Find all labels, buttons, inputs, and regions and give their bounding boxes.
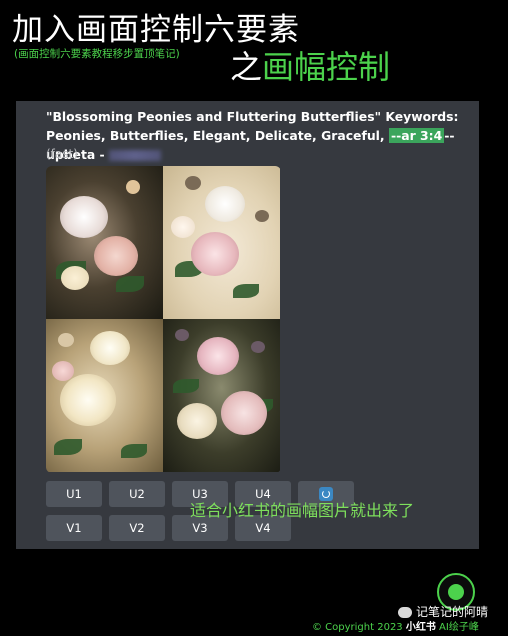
image-tile-3[interactable] xyxy=(46,319,163,472)
section-heading: 之画幅控制 xyxy=(230,42,390,88)
wechat-icon xyxy=(398,607,412,618)
aspect-ratio-flag: --ar 3:4 xyxy=(388,128,445,143)
section-heading-prefix: 之 xyxy=(230,48,263,86)
prompt-text: "Blossoming Peonies and Fluttering Butte… xyxy=(46,107,474,164)
wechat-account-name: 记笔记的阿晴 xyxy=(416,605,489,619)
speed-label: (fast) xyxy=(46,147,78,161)
section-heading-main: 画幅控制 xyxy=(262,48,391,86)
caption-text: 适合小红书的画幅图片就出来了 xyxy=(190,501,415,520)
brand-name: 小红书 xyxy=(405,622,436,633)
upscale-button-2[interactable]: U2 xyxy=(109,481,165,507)
redacted-username xyxy=(109,150,162,161)
discord-message-panel: "Blossoming Peonies and Fluttering Butte… xyxy=(16,101,479,549)
image-tile-4[interactable] xyxy=(163,319,280,472)
copyright-line: © Copyright 2023 小红书 AI绘子峰 xyxy=(312,618,479,633)
image-grid[interactable] xyxy=(46,166,281,473)
variation-button-1[interactable]: V1 xyxy=(46,515,102,541)
image-tile-2[interactable] xyxy=(163,166,280,319)
logo-mark-icon xyxy=(448,584,464,600)
upscale-button-1[interactable]: U1 xyxy=(46,481,102,507)
page-subtitle: (画面控制六要素教程移步置顶笔记) xyxy=(14,48,180,60)
variation-button-2[interactable]: V2 xyxy=(109,515,165,541)
account-name: AI绘子峰 xyxy=(439,622,479,633)
image-tile-1[interactable] xyxy=(46,166,163,319)
copyright-text: © Copyright 2023 xyxy=(312,622,403,633)
